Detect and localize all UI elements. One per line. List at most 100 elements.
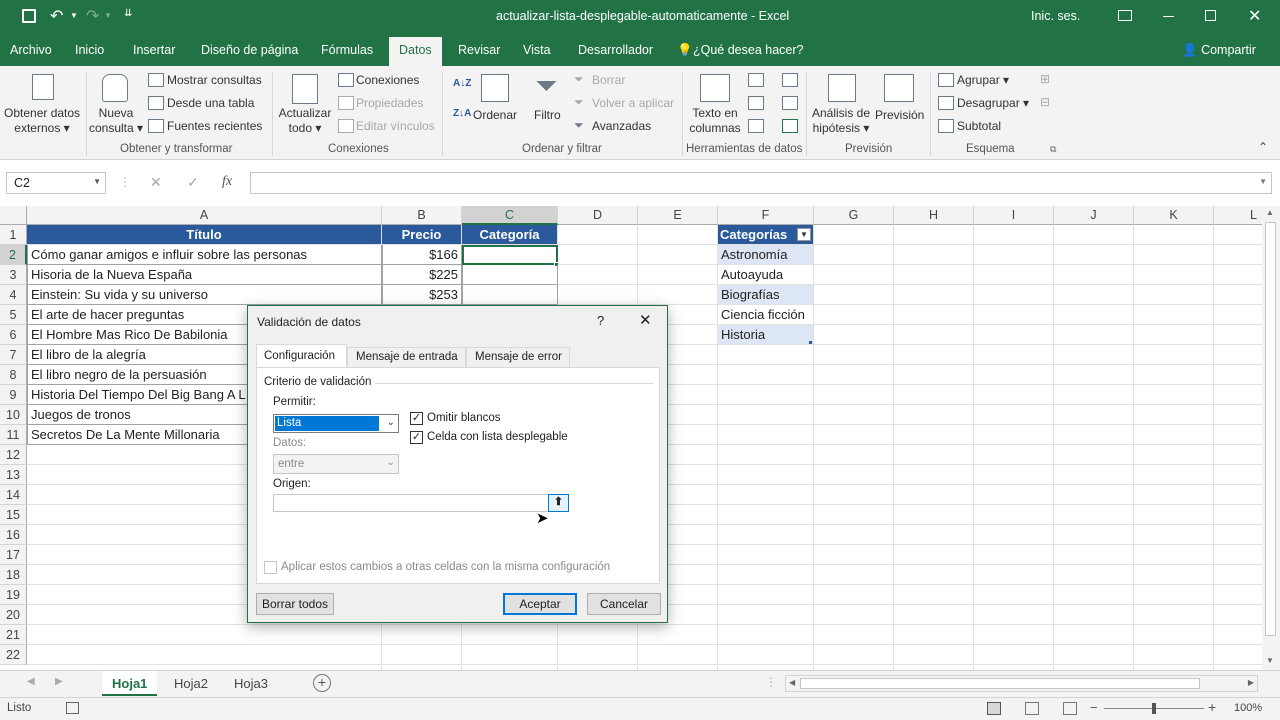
normal-view-icon[interactable] [987, 702, 1001, 715]
outline-settings-icon[interactable]: ⧉ [1050, 144, 1056, 155]
row-header[interactable]: 7 [0, 345, 27, 365]
row-header[interactable]: 1 [0, 225, 27, 245]
tab-datos[interactable]: Datos [389, 37, 442, 66]
horizontal-scrollbar[interactable]: ◀ ▶ [785, 675, 1258, 692]
maximize-icon[interactable] [1205, 10, 1216, 21]
table-header-precio[interactable]: Precio [382, 225, 462, 245]
consolidate-icon[interactable] [782, 73, 798, 87]
category-item[interactable]: Ciencia ficción [718, 305, 814, 325]
row-header[interactable]: 5 [0, 305, 27, 325]
row-header[interactable]: 15 [0, 505, 27, 525]
name-box-dropdown-icon[interactable]: ▼ [93, 177, 101, 186]
column-header[interactable]: G [814, 206, 894, 225]
cell-price[interactable]: $166 [382, 245, 462, 265]
tab-revisar[interactable]: Revisar [458, 43, 500, 57]
undo-dropdown-icon[interactable]: ▼ [70, 11, 78, 20]
advanced-filter-button[interactable]: Avanzadas [592, 119, 651, 133]
tell-me-search[interactable]: ¿Qué desea hacer? [693, 43, 804, 57]
row-header[interactable]: 14 [0, 485, 27, 505]
scroll-down-icon[interactable]: ▼ [1266, 656, 1274, 665]
tab-mensaje-entrada[interactable]: Mensaje de entrada [347, 347, 466, 367]
categories-header[interactable]: Categorías ▼ [718, 225, 814, 245]
row-header[interactable]: 8 [0, 365, 27, 385]
tab-desarrollador[interactable]: Desarrollador [578, 43, 653, 57]
tab-mensaje-error[interactable]: Mensaje de error [466, 347, 570, 367]
row-header[interactable]: 17 [0, 545, 27, 565]
category-item[interactable]: Astronomía [718, 245, 814, 265]
close-icon[interactable]: ✕ [1248, 6, 1261, 26]
tab-insertar[interactable]: Insertar [133, 43, 175, 57]
ignore-blank-label[interactable]: Omitir blancos [427, 412, 501, 424]
flash-fill-icon[interactable] [748, 73, 764, 87]
column-header[interactable]: B [382, 206, 462, 225]
data-validation-icon[interactable] [748, 119, 764, 133]
group-button[interactable]: Agrupar ▾ [957, 73, 1009, 87]
row-header[interactable]: 13 [0, 465, 27, 485]
cell-category-active[interactable] [462, 245, 558, 265]
scroll-right-icon[interactable]: ▶ [1248, 678, 1254, 687]
column-header[interactable]: D [558, 206, 638, 225]
show-queries-button[interactable]: Mostrar consultas [167, 73, 262, 87]
column-header[interactable]: K [1134, 206, 1214, 225]
column-header[interactable]: F [718, 206, 814, 225]
ribbon-display-icon[interactable] [1118, 10, 1132, 21]
zoom-in-icon[interactable]: + [1208, 699, 1216, 715]
zoom-slider[interactable] [1104, 703, 1204, 714]
tab-formulas[interactable]: Fórmulas [321, 43, 373, 57]
new-query-button[interactable]: Nueva consulta ▾ [88, 106, 144, 136]
zoom-out-icon[interactable]: − [1090, 700, 1098, 715]
ungroup-button[interactable]: Desagrupar ▾ [957, 96, 1029, 110]
add-sheet-icon[interactable]: + [313, 674, 331, 692]
table-resize-handle[interactable] [809, 341, 812, 344]
row-header[interactable]: 11 [0, 425, 27, 445]
ok-button[interactable]: Aceptar [503, 593, 577, 615]
customize-toolbar-icon[interactable]: ⇊ [124, 8, 132, 19]
category-item[interactable]: Autoayuda [718, 265, 814, 285]
in-cell-dropdown-checkbox[interactable]: ✓ [410, 431, 423, 444]
sheet-tab-hoja1[interactable]: Hoja1 [102, 671, 158, 696]
sort-za-icon[interactable]: Z↓A [453, 108, 471, 119]
page-break-icon[interactable] [1063, 702, 1077, 715]
row-header[interactable]: 19 [0, 585, 27, 605]
sheet-tab-hoja3[interactable]: Hoja3 [224, 671, 278, 696]
row-header[interactable]: 2 [0, 245, 27, 265]
hscroll-thumb[interactable] [800, 678, 1200, 689]
row-header[interactable]: 18 [0, 565, 27, 585]
table-header-categoria[interactable]: Categoría [462, 225, 558, 245]
cell-title[interactable]: Hisoria de la Nueva España [27, 265, 382, 285]
filter-button[interactable]: Filtro [534, 108, 561, 122]
source-input[interactable] [273, 494, 569, 512]
row-header[interactable]: 4 [0, 285, 27, 305]
tab-archivo[interactable]: Archivo [10, 43, 52, 57]
column-header[interactable]: A [27, 206, 382, 225]
share-button[interactable]: 👤 Compartir [1172, 36, 1272, 64]
expand-formula-icon[interactable]: ▼ [1259, 177, 1267, 186]
row-header[interactable]: 21 [0, 625, 27, 645]
what-if-analysis-button[interactable]: Análisis de hipótesis ▾ [810, 106, 872, 136]
row-header[interactable]: 22 [0, 645, 27, 665]
tab-diseno-pagina[interactable]: Diseño de página [201, 43, 298, 57]
zoom-thumb[interactable] [1152, 703, 1156, 714]
text-to-columns-button[interactable]: Texto en columnas [686, 106, 744, 136]
subtotal-button[interactable]: Subtotal [957, 119, 1001, 133]
forecast-sheet-button[interactable]: Previsión [875, 108, 924, 122]
remove-duplicates-icon[interactable] [748, 96, 764, 110]
cell-price[interactable]: $225 [382, 265, 462, 285]
macro-record-icon[interactable] [66, 702, 79, 714]
page-layout-icon[interactable] [1025, 702, 1039, 715]
cell-title[interactable]: Einstein: Su vida y su universo [27, 285, 382, 305]
tab-vista[interactable]: Vista [523, 43, 551, 57]
insert-function-icon[interactable]: fx [222, 174, 232, 190]
refresh-all-button[interactable]: Actualizar todo ▾ [276, 106, 334, 136]
vertical-scrollbar[interactable]: ▲ ▼ [1262, 206, 1280, 670]
sort-button[interactable]: Ordenar [473, 108, 517, 122]
clear-all-button[interactable]: Borrar todos [256, 593, 334, 615]
cancel-button[interactable]: Cancelar [587, 593, 661, 615]
sign-in-link[interactable]: Inic. ses. [1031, 9, 1080, 23]
column-header[interactable]: L [1214, 206, 1262, 225]
dialog-close-icon[interactable]: ✕ [639, 311, 652, 329]
row-header[interactable]: 16 [0, 525, 27, 545]
sheet-prev-icon[interactable]: ◀ [27, 676, 35, 687]
name-box[interactable]: C2 ▼ [6, 172, 106, 194]
zoom-level[interactable]: 100% [1234, 702, 1262, 714]
